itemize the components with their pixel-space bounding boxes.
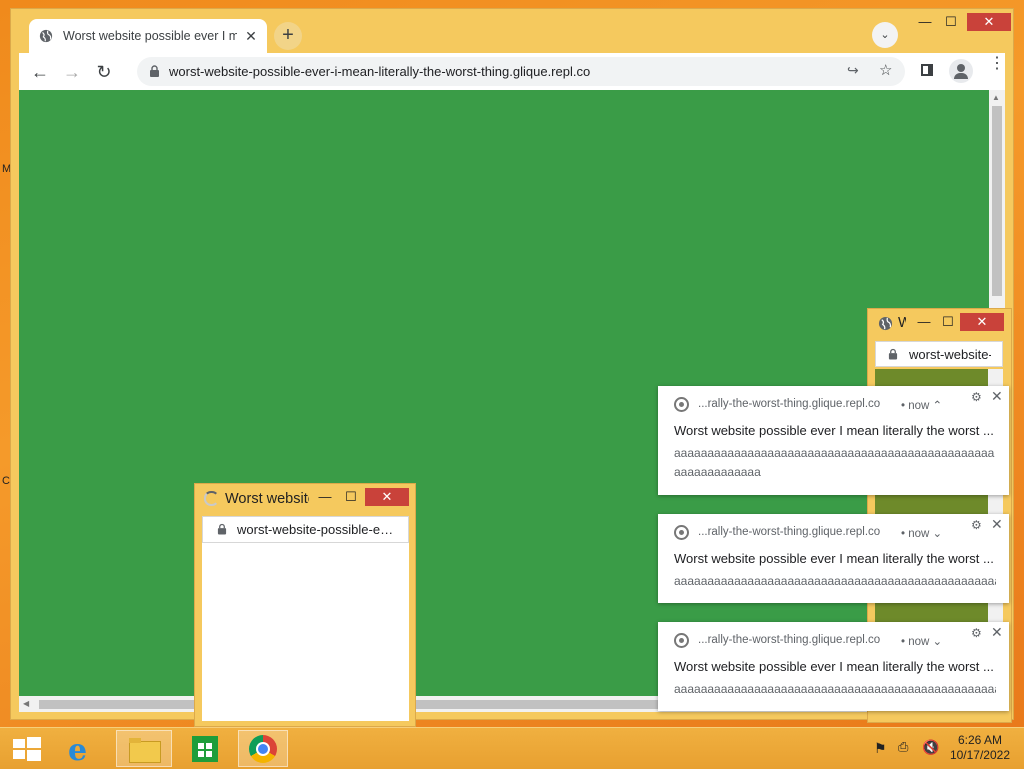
browser-tab[interactable]: Worst website possible ever I mean liter… bbox=[29, 19, 267, 53]
minimize-button[interactable]: ― bbox=[311, 488, 339, 506]
file-explorer-icon[interactable] bbox=[116, 730, 172, 767]
lock-icon bbox=[217, 523, 227, 535]
url-text: worst-website-possible-ever-i-mean-liter… bbox=[169, 64, 591, 79]
close-window-button[interactable]: ✕ bbox=[960, 313, 1004, 331]
tab-title: Worst website possible ever I mean liter… bbox=[63, 29, 237, 43]
notification-origin: ...rally-the-worst-thing.glique.repl.co bbox=[698, 634, 881, 646]
popup-url-text: worst-website-possible-ever-i-mean-liter… bbox=[237, 522, 397, 537]
notification-time[interactable]: • now ⌄ bbox=[901, 526, 942, 540]
popup-page-content bbox=[202, 543, 409, 721]
notification-time[interactable]: • now ⌃ bbox=[901, 398, 942, 412]
taskbar: e ⚑ ⎙ 🔇 6:26 AM 10/17/2022 bbox=[0, 727, 1024, 769]
menu-kebab-icon[interactable]: ⋮ bbox=[989, 56, 1005, 72]
close-window-button[interactable]: ✕ bbox=[365, 488, 409, 506]
notification-card[interactable]: ...rally-the-worst-thing.glique.repl.co … bbox=[658, 514, 1009, 603]
scroll-thumb[interactable] bbox=[992, 106, 1002, 296]
lock-icon bbox=[150, 65, 159, 77]
maximize-button[interactable]: ☐ bbox=[934, 313, 962, 331]
globe-icon bbox=[878, 316, 893, 331]
notification-card[interactable]: ...rally-the-worst-thing.glique.repl.co … bbox=[658, 386, 1009, 495]
browser-toolbar: ← → ↻ worst-website-possible-ever-i-mean… bbox=[19, 53, 1005, 90]
side-panel-icon[interactable] bbox=[921, 64, 933, 76]
volume-muted-icon[interactable]: 🔇 bbox=[922, 739, 939, 756]
network-icon[interactable]: ⎙ bbox=[898, 739, 908, 755]
gear-icon[interactable]: ⚙ bbox=[971, 390, 982, 404]
notification-origin: ...rally-the-worst-thing.glique.repl.co bbox=[698, 398, 881, 410]
profile-avatar-icon[interactable] bbox=[949, 59, 973, 83]
gear-icon[interactable]: ⚙ bbox=[971, 626, 982, 640]
clock-date: 10/17/2022 bbox=[949, 748, 1010, 762]
address-bar[interactable]: worst-website-possible-ever-i-mean-liter… bbox=[137, 57, 905, 86]
reload-icon[interactable]: ↻ bbox=[91, 59, 117, 85]
popup-url-text: worst-website-possible-ever-i-mean-liter… bbox=[909, 347, 991, 362]
tab-search-button[interactable]: ⌄ bbox=[872, 22, 898, 48]
desktop-icon-label: C bbox=[2, 475, 10, 487]
globe-icon bbox=[39, 29, 53, 43]
minimize-button[interactable]: ― bbox=[911, 13, 939, 31]
notification-time[interactable]: • now ⌄ bbox=[901, 634, 942, 648]
notification-card[interactable]: ...rally-the-worst-thing.glique.repl.co … bbox=[658, 622, 1009, 711]
popup-address-bar[interactable]: worst-website-possible-ever-i-mean-liter… bbox=[875, 341, 1003, 367]
notification-title: Worst website possible ever I mean liter… bbox=[674, 551, 994, 566]
notification-title: Worst website possible ever I mean liter… bbox=[674, 659, 994, 674]
chrome-notification-icon bbox=[674, 397, 689, 412]
back-icon[interactable]: ← bbox=[27, 59, 53, 85]
share-icon[interactable]: ↪ bbox=[847, 62, 859, 79]
tab-close-icon[interactable]: ✕ bbox=[241, 26, 261, 46]
close-icon[interactable]: ✕ bbox=[991, 388, 1003, 405]
popup-window-left: Worst website possible ever I mean liter… bbox=[194, 483, 416, 727]
new-tab-button[interactable]: + bbox=[274, 22, 302, 50]
clock-time: 6:26 AM bbox=[957, 733, 1002, 747]
start-icon[interactable] bbox=[4, 730, 52, 767]
main-browser-window: Worst website possible ever I mean liter… bbox=[10, 8, 1014, 720]
system-clock[interactable]: 6:26 AM 10/17/2022 bbox=[950, 733, 1010, 763]
window-title: Worst website possible ever I mean liter… bbox=[225, 491, 309, 507]
close-icon[interactable]: ✕ bbox=[991, 516, 1003, 533]
scroll-left-icon[interactable]: ◀ bbox=[23, 699, 29, 708]
maximize-button[interactable]: ☐ bbox=[937, 13, 965, 31]
popup-address-bar[interactable]: worst-website-possible-ever-i-mean-liter… bbox=[202, 516, 409, 543]
chrome-notification-icon bbox=[674, 525, 689, 540]
notification-body: aaaaaaaaaaaaaaaaaaaaaaaaaaaaaaaaaaaaaaaa… bbox=[674, 446, 995, 479]
store-icon[interactable] bbox=[180, 730, 228, 767]
action-center-flag-icon[interactable]: ⚑ bbox=[874, 740, 887, 757]
lock-icon bbox=[888, 348, 898, 360]
window-title: Worst website possible ever I mean liter… bbox=[898, 315, 906, 331]
notification-title: Worst website possible ever I mean liter… bbox=[674, 423, 994, 438]
maximize-button[interactable]: ☐ bbox=[337, 488, 365, 506]
gear-icon[interactable]: ⚙ bbox=[971, 518, 982, 532]
close-icon[interactable]: ✕ bbox=[991, 624, 1003, 641]
chrome-notification-icon bbox=[674, 633, 689, 648]
close-window-button[interactable]: ✕ bbox=[967, 13, 1011, 31]
scroll-up-icon[interactable]: ▲ bbox=[992, 93, 1000, 102]
bookmark-star-icon[interactable]: ☆ bbox=[879, 61, 892, 79]
chrome-icon[interactable] bbox=[238, 730, 288, 767]
notification-origin: ...rally-the-worst-thing.glique.repl.co bbox=[698, 526, 881, 538]
forward-icon[interactable]: → bbox=[59, 59, 85, 85]
internet-explorer-icon[interactable]: e bbox=[58, 730, 106, 768]
notification-body: aaaaaaaaaaaaaaaaaaaaaaaaaaaaaaaaaaaaaaaa… bbox=[674, 574, 996, 588]
loading-spinner-icon bbox=[204, 491, 219, 506]
notification-body: aaaaaaaaaaaaaaaaaaaaaaaaaaaaaaaaaaaaaaaa… bbox=[674, 682, 996, 696]
